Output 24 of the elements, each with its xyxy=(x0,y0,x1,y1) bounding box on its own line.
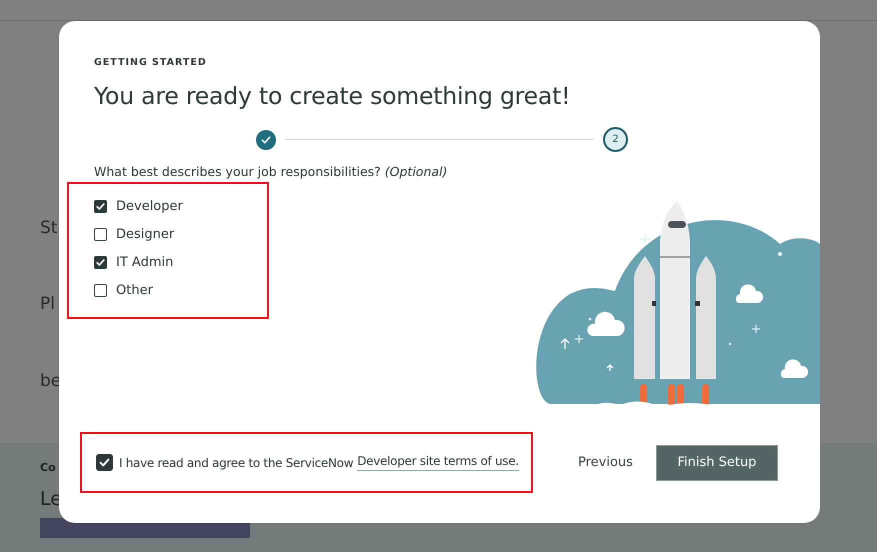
checkbox-label: Developer xyxy=(116,199,183,214)
checkbox[interactable] xyxy=(96,454,113,471)
checkbox[interactable] xyxy=(94,256,107,269)
previous-button[interactable]: Previous xyxy=(576,451,635,474)
check-icon xyxy=(95,257,106,268)
finish-setup-button[interactable]: Finish Setup xyxy=(656,444,778,480)
check-icon xyxy=(260,134,272,146)
question-text: What best describes your job responsibilities? (Optional) xyxy=(94,164,448,179)
background-text: Pl xyxy=(40,293,55,316)
terms-link[interactable]: Developer site terms of use. xyxy=(357,454,519,471)
dialog-eyebrow: GETTING STARTED xyxy=(94,57,208,68)
checkbox-label: IT Admin xyxy=(116,255,174,270)
checkbox[interactable] xyxy=(94,284,107,297)
dialog-title: You are ready to create something great! xyxy=(94,82,572,110)
background-text: St xyxy=(40,217,58,240)
check-icon xyxy=(95,201,106,212)
checkbox[interactable] xyxy=(94,228,107,241)
step-number: 2 xyxy=(603,127,628,152)
checkbox[interactable] xyxy=(94,200,107,213)
check-icon xyxy=(98,456,111,469)
background-text: Co xyxy=(40,461,56,474)
checkbox-label: Other xyxy=(116,283,153,298)
agreement-text: I have read and agree to the ServiceNow xyxy=(119,456,354,470)
checkbox-label: Designer xyxy=(116,227,174,242)
